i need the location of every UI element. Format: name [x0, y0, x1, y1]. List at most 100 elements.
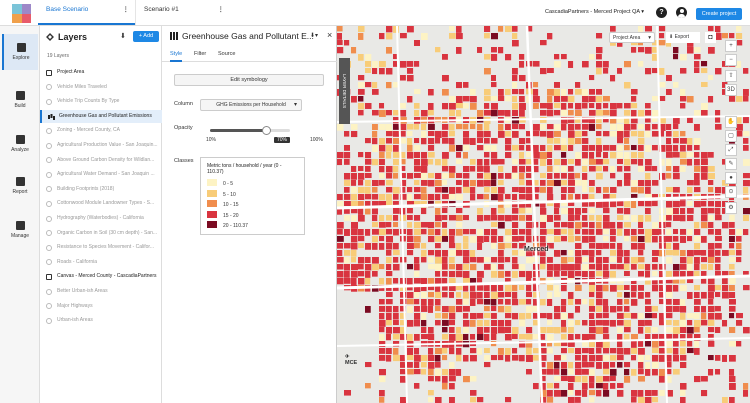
visibility-toggle-icon[interactable]: [46, 127, 52, 134]
layer-item[interactable]: Agricultural Production Value - San Joaq…: [40, 139, 162, 152]
opacity-slider[interactable]: [210, 126, 290, 135]
parcel: [589, 306, 596, 312]
visibility-toggle-icon[interactable]: [46, 142, 52, 149]
nav-report[interactable]: Report: [2, 168, 38, 204]
zoom-out-icon[interactable]: −: [725, 54, 737, 66]
layer-item[interactable]: Vehicle Trip Counts By Type: [40, 95, 162, 108]
zoom-in-icon[interactable]: +: [725, 40, 737, 52]
class-swatch[interactable]: [207, 200, 217, 207]
kebab-icon[interactable]: ⋮: [218, 5, 225, 13]
help-icon[interactable]: ?: [656, 7, 667, 18]
visibility-toggle-icon[interactable]: [46, 171, 52, 178]
parcel: [596, 96, 603, 103]
layer-item[interactable]: Major Highways: [40, 300, 162, 313]
tab-source[interactable]: Source: [218, 51, 235, 62]
tab-style[interactable]: Style: [170, 51, 183, 62]
parcel: [554, 306, 561, 313]
user-avatar-icon[interactable]: [676, 7, 687, 18]
create-project-button[interactable]: Create project: [696, 8, 742, 20]
layer-item[interactable]: Hydrography (Waterbodies) - California: [40, 212, 162, 225]
visibility-toggle-icon[interactable]: [46, 98, 52, 105]
download-icon[interactable]: ⬇: [120, 32, 126, 40]
edit-symbology-button[interactable]: Edit symbology: [174, 74, 324, 86]
visibility-toggle-icon[interactable]: [46, 157, 52, 164]
pan-icon[interactable]: ✋: [725, 116, 737, 128]
parcel: [575, 243, 582, 249]
opacity-thumb[interactable]: [261, 126, 271, 135]
visibility-toggle-icon[interactable]: [46, 186, 52, 193]
parcel: [484, 26, 491, 33]
parcel: [659, 369, 665, 376]
class-swatch[interactable]: [207, 179, 217, 186]
visibility-toggle-icon[interactable]: [46, 230, 52, 237]
expand-icon[interactable]: ⤢: [725, 144, 737, 156]
draw-icon[interactable]: ✎: [725, 158, 737, 170]
layer-item[interactable]: Resistance to Species Movement - Califor…: [40, 241, 162, 254]
nav-analyze[interactable]: Analyze: [2, 126, 38, 162]
visibility-toggle-icon[interactable]: [46, 244, 52, 251]
layer-item[interactable]: Above Ground Carbon Density for Wildlan.…: [40, 154, 162, 167]
nav-explore[interactable]: Explore: [2, 34, 38, 70]
layer-item[interactable]: Greenhouse Gas and Pollutant Emissions: [40, 109, 162, 123]
compass-icon[interactable]: ⇧: [725, 70, 737, 82]
visibility-toggle-icon[interactable]: [46, 215, 52, 222]
kebab-icon[interactable]: ⋮: [123, 5, 130, 13]
close-icon[interactable]: ×: [327, 30, 332, 40]
parcel: [617, 383, 624, 389]
settings-icon[interactable]: ⚙: [725, 202, 737, 214]
tab-filter[interactable]: Filter: [194, 51, 206, 62]
area-select[interactable]: Project Area: [609, 32, 655, 43]
download-menu-icon[interactable]: ⬇▾: [310, 32, 318, 39]
layer-item[interactable]: Zoning - Merced County, CA: [40, 124, 162, 137]
visibility-toggle-icon[interactable]: [46, 288, 52, 295]
layer-item[interactable]: Agricultural Water Demand - San Joaquin …: [40, 168, 162, 181]
3d-toggle-icon[interactable]: 3D: [725, 84, 737, 96]
class-swatch[interactable]: [207, 210, 217, 218]
visibility-toggle-icon[interactable]: [46, 84, 52, 91]
layer-item[interactable]: Building Footprints (2018): [40, 183, 162, 196]
parcel: [603, 383, 609, 390]
visibility-toggle-icon[interactable]: [46, 303, 52, 310]
parcel: [589, 208, 596, 214]
parcel: [638, 152, 644, 159]
parcel: [442, 173, 449, 179]
export-button[interactable]: ⬇ Export: [666, 32, 700, 43]
add-layer-button[interactable]: + Add: [133, 31, 159, 42]
parcel: [379, 236, 385, 242]
nav-build[interactable]: Build: [2, 82, 38, 118]
parcel: [519, 61, 525, 68]
layer-details-toggle[interactable]: LAYER DETAILS: [339, 58, 350, 124]
map-canvas[interactable]: LAYER DETAILS Project Area ⬇ Export ◘ + −…: [337, 26, 750, 403]
parcel: [596, 390, 602, 397]
visibility-toggle-icon[interactable]: [46, 259, 52, 266]
tab-scenario-1[interactable]: Scenario #1 ⋮: [135, 0, 230, 25]
point-icon[interactable]: ●: [725, 172, 737, 184]
class-swatch[interactable]: [207, 189, 217, 197]
layer-item[interactable]: Urban-ish Areas: [40, 314, 162, 327]
layer-item[interactable]: Cottonwood Module Landowner Types - S...: [40, 197, 162, 210]
parcel: [554, 96, 561, 103]
select-box-icon[interactable]: ▢: [725, 130, 737, 142]
parcel: [638, 201, 645, 207]
visibility-toggle-icon[interactable]: [46, 200, 52, 207]
layer-item[interactable]: Organic Carbon in Soil (30 cm depth) - S…: [40, 227, 162, 240]
camera-icon[interactable]: ◘: [705, 32, 716, 43]
column-select[interactable]: GHG Emissions per Household: [200, 99, 302, 111]
nav-manage[interactable]: Manage: [2, 212, 38, 248]
visibility-toggle-icon[interactable]: [46, 273, 52, 280]
tab-base-scenario[interactable]: Base Scenario ⋮: [38, 0, 135, 25]
locate-icon[interactable]: ⊙: [725, 186, 737, 198]
class-swatch[interactable]: [207, 221, 217, 228]
parcel: [484, 362, 491, 368]
bar-chart-icon[interactable]: [48, 113, 54, 120]
project-selector[interactable]: CascadiaPartners - Merced Project QA ▾: [545, 9, 644, 15]
visibility-toggle-icon[interactable]: [46, 317, 52, 324]
parcel: [568, 89, 574, 95]
layer-item[interactable]: Roads - California: [40, 256, 162, 269]
visibility-toggle-icon[interactable]: [46, 69, 52, 76]
layer-item[interactable]: Project Area: [40, 66, 162, 79]
layer-item[interactable]: Vehicle Miles Traveled: [40, 81, 162, 94]
layer-item[interactable]: Canvas - Merced County - CascadiaPartner…: [40, 270, 162, 283]
layer-item[interactable]: Better Urban-ish Areas: [40, 285, 162, 298]
parcel: [582, 236, 589, 243]
